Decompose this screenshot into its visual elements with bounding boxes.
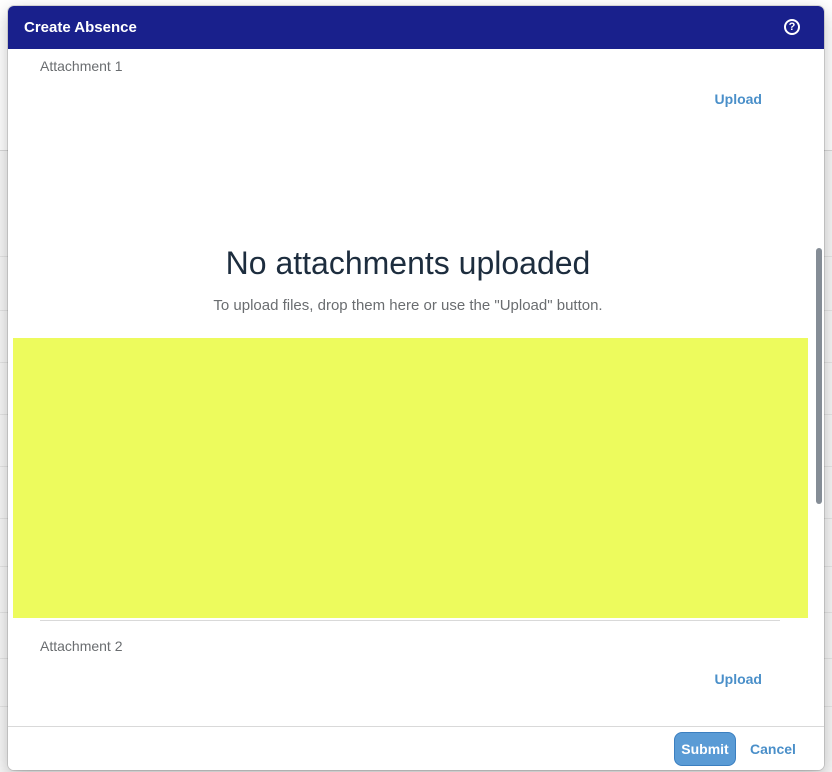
create-absence-dialog: Create Absence ? Attachment 1 Upload No … — [8, 6, 824, 770]
dialog-title: Create Absence — [24, 19, 137, 36]
empty-state-subtitle: To upload files, drop them here or use t… — [213, 297, 603, 314]
dialog-footer: Submit Cancel — [8, 726, 824, 770]
submit-button[interactable]: Submit — [674, 732, 736, 766]
scrollbar-thumb[interactable] — [816, 248, 822, 504]
attachment-1-label: Attachment 1 — [40, 58, 123, 74]
help-icon[interactable]: ? — [784, 19, 800, 35]
attachment-1-upload-button[interactable]: Upload — [715, 91, 762, 107]
attachment-2-upload-button[interactable]: Upload — [715, 671, 762, 687]
empty-state-title: No attachments uploaded — [225, 245, 591, 281]
cancel-button[interactable]: Cancel — [750, 732, 796, 766]
file-drop-zone[interactable] — [13, 338, 808, 618]
attachment-2-label: Attachment 2 — [40, 638, 123, 654]
dialog-header: Create Absence ? — [8, 6, 824, 49]
dialog-body: Attachment 1 Upload No attachments uploa… — [8, 49, 824, 726]
section-divider — [40, 620, 780, 621]
